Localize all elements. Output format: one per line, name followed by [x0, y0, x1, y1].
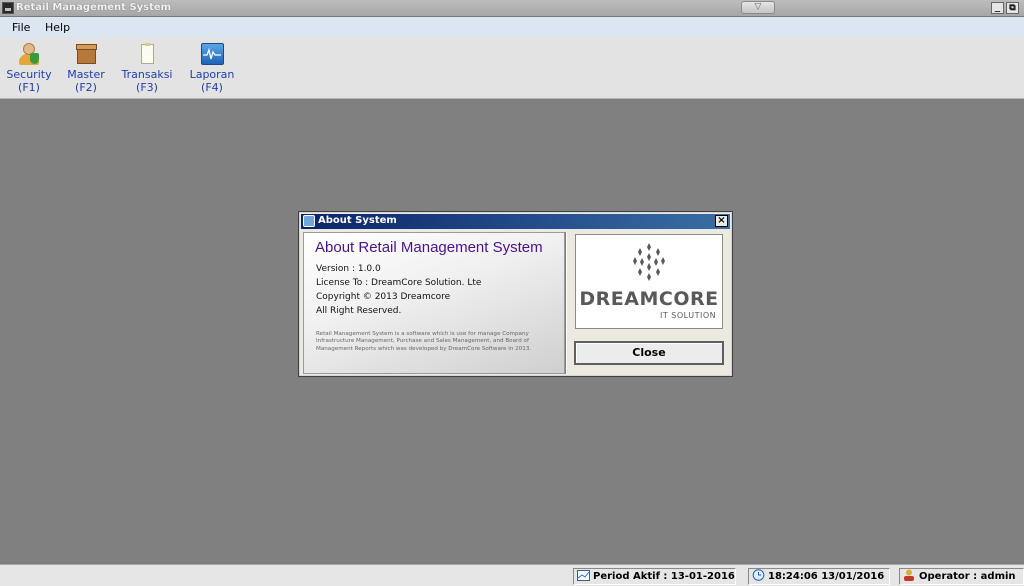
- chevron-down-icon[interactable]: ▽: [741, 1, 775, 14]
- status-bar: Period Aktif : 13-01-2016 18:24:06 13/01…: [0, 564, 1024, 586]
- about-dialog: About System × About Retail Management S…: [298, 211, 733, 377]
- app-icon: [2, 2, 14, 14]
- toolbar-security-label: Security: [6, 68, 52, 81]
- status-operator: Operator : admin: [899, 568, 1024, 585]
- toolbar: Security (F1) Master (F2) Transaksi (F3)…: [0, 38, 1024, 99]
- calendar-icon: [577, 569, 590, 581]
- toolbar-transaksi-label: Transaksi: [121, 68, 173, 81]
- about-info-panel: About Retail Management System Version :…: [303, 232, 565, 374]
- toolbar-laporan-button[interactable]: Laporan (F4): [188, 42, 236, 94]
- menu-help[interactable]: Help: [45, 21, 70, 34]
- copyright-text: Copyright © 2013 Dreamcore: [316, 292, 451, 302]
- toolbar-laporan-label: Laporan: [189, 68, 235, 81]
- menu-file[interactable]: File: [12, 21, 30, 34]
- restore-button[interactable]: ⧉: [1006, 2, 1019, 14]
- operator-text: Operator : admin: [919, 571, 1016, 582]
- period-text: Period Aktif : 13-01-2016: [593, 571, 735, 582]
- toolbar-master-label: Master: [67, 68, 105, 81]
- clock-icon: [752, 569, 765, 581]
- status-period: Period Aktif : 13-01-2016: [573, 568, 736, 585]
- license-text: License To : DreamCore Solution. Lte: [316, 278, 482, 288]
- rights-text: All Right Reserved.: [316, 306, 402, 316]
- toolbar-master-button[interactable]: Master (F2): [65, 42, 107, 94]
- toolbar-transaksi-button[interactable]: Transaksi (F3): [120, 42, 174, 94]
- dreamcore-logo: DREAMCORE IT SOLUTION: [575, 234, 723, 329]
- window-title-bar: Retail Management System ▽ _ ⧉: [0, 0, 1024, 17]
- minimize-button[interactable]: _: [991, 2, 1004, 14]
- menu-bar: File Help: [0, 17, 1024, 38]
- datetime-text: 18:24:06 13/01/2016: [768, 571, 885, 582]
- info-icon: [303, 215, 315, 227]
- toolbar-security-key: (F1): [18, 81, 40, 94]
- toolbar-transaksi-key: (F3): [136, 81, 158, 94]
- toolbar-security-button[interactable]: Security (F1): [6, 42, 52, 94]
- about-heading: About Retail Management System: [315, 239, 543, 256]
- dialog-title: About System: [318, 215, 397, 226]
- close-button[interactable]: Close: [574, 341, 724, 365]
- clipboard-icon: [135, 42, 159, 66]
- user-icon: [903, 569, 916, 581]
- toolbar-master-key: (F2): [75, 81, 97, 94]
- user-security-icon: [17, 42, 41, 66]
- window-title: Retail Management System: [16, 2, 172, 13]
- version-text: Version : 1.0.0: [316, 264, 381, 274]
- logo-wordmark: DREAMCORE: [579, 288, 719, 310]
- description-text: Retail Management System is a software w…: [316, 331, 532, 352]
- dialog-title-bar: About System ×: [301, 214, 730, 229]
- box-icon: [74, 42, 98, 66]
- toolbar-laporan-key: (F4): [201, 81, 223, 94]
- dialog-close-icon[interactable]: ×: [715, 215, 728, 227]
- dreamcore-logo-mark: [633, 243, 665, 281]
- report-monitor-icon: [200, 42, 224, 66]
- logo-subtitle: IT SOLUTION: [660, 311, 717, 320]
- status-datetime: 18:24:06 13/01/2016: [748, 568, 890, 585]
- panel-divider: [565, 232, 567, 374]
